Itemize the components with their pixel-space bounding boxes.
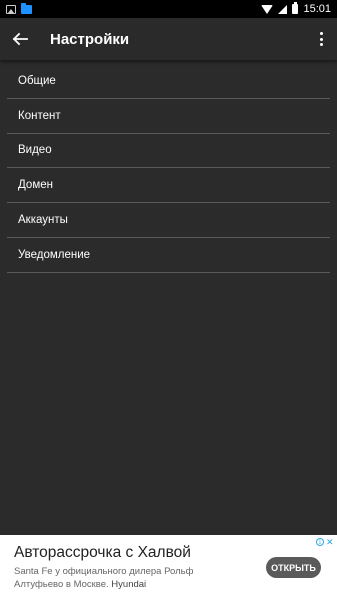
signal-icon [278,4,288,14]
settings-item-general[interactable]: Общие [7,64,330,99]
settings-item-video[interactable]: Видео [7,134,330,169]
ad-description: Santa Fe у официального дилера Рольф Алт… [14,566,194,590]
more-options-button[interactable] [309,18,333,60]
arrow-left-icon [12,32,28,46]
ad-choices[interactable]: i ✕ [316,538,334,547]
more-vert-icon [319,32,323,35]
ad-brand: Hyundai [111,579,147,590]
back-button[interactable] [0,18,40,60]
close-icon[interactable]: ✕ [326,538,334,547]
gallery-icon [6,4,16,14]
status-right-icons: 15:01 [261,2,331,15]
wifi-icon [261,4,274,14]
settings-item-content[interactable]: Контент [7,99,330,134]
status-bar: 15:01 [0,0,337,18]
page-title: Настройки [50,30,130,48]
ad-open-button[interactable]: ОТКРЫТЬ [266,557,321,578]
settings-item-accounts[interactable]: Аккаунты [7,203,330,238]
settings-content: Общие Контент Видео Домен Аккаунты Уведо… [0,60,337,535]
settings-item-notifications[interactable]: Уведомление [7,238,330,273]
status-time: 15:01 [303,3,331,15]
ad-banner[interactable]: i ✕ Авторассрочка с Халвой Santa Fe у оф… [0,535,337,600]
settings-list: Общие Контент Видео Домен Аккаунты Уведо… [0,64,337,273]
battery-icon [292,2,299,14]
status-left-icons [6,2,32,14]
folder-icon [21,2,32,14]
info-icon[interactable]: i [316,538,324,546]
app-toolbar: Настройки [0,18,337,60]
ad-text: Santa Fe у официального дилера Рольф Алт… [14,565,244,591]
settings-item-domain[interactable]: Домен [7,168,330,204]
ad-title[interactable]: Авторассрочка с Халвой [14,544,191,562]
